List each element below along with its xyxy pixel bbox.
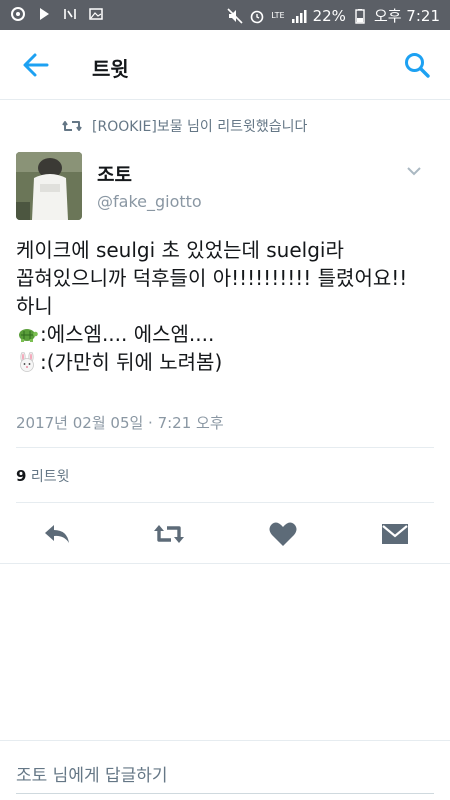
author-handle[interactable]: @fake_giotto [97, 192, 202, 211]
avatar[interactable] [16, 152, 82, 220]
avatar-image [16, 152, 82, 220]
retweet-notice[interactable]: [ROOKIE]보물 님이 리트윗했습니다 [62, 116, 307, 136]
tweet-actions [0, 514, 450, 554]
reply-icon[interactable] [42, 520, 72, 548]
divider [16, 502, 434, 503]
alarm-icon [250, 10, 264, 23]
mute-icon [227, 7, 243, 24]
retweet-count[interactable]: 9 리트윗 [16, 466, 70, 486]
battery-icon [355, 8, 365, 24]
status-bar: LTE 22% 오후 7:21 [0, 0, 450, 30]
retweet-icon[interactable] [152, 520, 186, 548]
gallery-icon [89, 8, 103, 20]
tweet-line-rabbit: :(가만히 뒤에 노려봄) [16, 348, 436, 376]
nfc-icon [64, 9, 76, 19]
tweet-line-turtle: :에스엠.... 에스엠.... [16, 320, 436, 348]
reply-underline [16, 793, 434, 794]
turtle-emoji-icon [19, 329, 38, 342]
mail-icon[interactable] [380, 520, 410, 548]
retweet-small-icon [62, 121, 82, 131]
page-title: 트윗 [92, 57, 129, 81]
rabbit-emoji-icon [20, 352, 34, 372]
play-icon [40, 8, 49, 20]
retweet-count-label: 리트윗 [30, 469, 70, 485]
tweet-timestamp: 2017년 02월 05일 · 7:21 오후 [16, 414, 224, 432]
retweet-notice-text: [ROOKIE]보물 님이 리트윗했습니다 [92, 119, 308, 135]
status-left-icons [10, 6, 104, 22]
chevron-down-icon[interactable] [406, 166, 422, 176]
tweet-line: 케이크에 seulgi 초 있었는데 suelgi라 [16, 238, 344, 262]
battery-percent: 22% [312, 6, 346, 25]
divider [16, 447, 434, 448]
lte-label: LTE [271, 10, 285, 20]
reply-input[interactable]: 조토 님에게 답글하기 [16, 761, 168, 786]
heart-icon[interactable] [268, 520, 298, 548]
clock: 오후 7:21 [373, 7, 440, 25]
app-bar: 트윗 [0, 30, 450, 100]
tweet-text: 케이크에 seulgi 초 있었는데 suelgi라 꼽혀있으니까 덕후들이 아… [16, 236, 436, 376]
author-name[interactable]: 조토 [97, 160, 132, 187]
search-icon[interactable] [404, 52, 430, 78]
divider [0, 563, 450, 564]
back-arrow-icon[interactable] [22, 52, 50, 78]
notification-icon [11, 7, 25, 21]
signal-icon [291, 9, 307, 23]
status-right-icons: LTE 22% 오후 7:21 [227, 5, 440, 26]
tweet-line: 꼽혀있으니까 덕후들이 아!!!!!!!!!! 틀렸어요!! [16, 266, 408, 290]
reply-bar[interactable]: 조토 님에게 답글하기 [0, 740, 450, 800]
retweet-count-number: 9 [16, 467, 27, 485]
tweet-line: 하니 [16, 294, 53, 318]
